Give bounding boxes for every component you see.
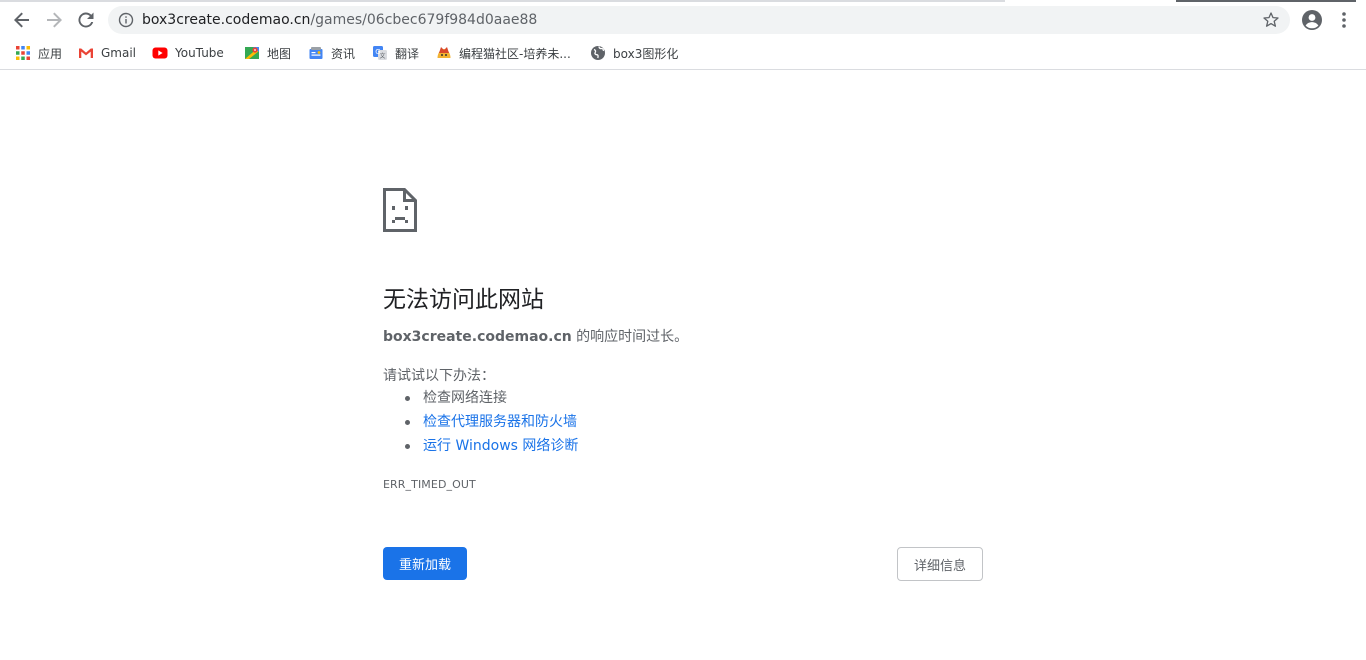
translate-icon: G文	[373, 46, 387, 60]
bookmarks-bar: 应用 Gmail YouTube 地图 资讯 G文 翻译 编程猫社区-培养未..…	[0, 40, 1366, 70]
details-button[interactable]: 详细信息	[897, 547, 983, 581]
bookmark-apps[interactable]: 应用	[15, 40, 62, 66]
browser-toolbar: box3create.codemao.cn/games/06cbec679f98…	[0, 0, 1366, 40]
bookmark-label: 编程猫社区-培养未...	[459, 46, 571, 61]
sad-page-icon	[383, 188, 417, 232]
error-heading: 无法访问此网站	[383, 287, 544, 313]
reload-icon	[78, 12, 94, 28]
tab-strip-edge-right	[1176, 0, 1356, 2]
news-icon	[309, 47, 323, 59]
back-button[interactable]	[10, 8, 34, 32]
reload-page-button[interactable]	[74, 8, 98, 32]
url-path: /games/06cbec679f984d0aae88	[310, 12, 538, 28]
address-bar[interactable]: box3create.codemao.cn/games/06cbec679f98…	[108, 6, 1290, 34]
youtube-icon	[152, 47, 168, 59]
tab-strip-edge	[0, 0, 1005, 2]
account-button[interactable]	[1300, 8, 1324, 32]
globe-icon	[591, 46, 605, 60]
suggestion-check-connection: 检查网络连接	[405, 387, 578, 411]
bookmark-codemao[interactable]: 编程猫社区-培养未...	[436, 40, 571, 66]
codemao-icon	[437, 47, 451, 58]
bookmark-news[interactable]: 资讯	[308, 40, 355, 66]
menu-button[interactable]	[1332, 8, 1356, 32]
forward-button[interactable]	[42, 8, 66, 32]
error-description-suffix: 的响应时间过长。	[571, 329, 689, 345]
star-icon[interactable]	[1262, 11, 1280, 29]
bookmark-box3[interactable]: box3图形化	[590, 40, 678, 66]
svg-text:文: 文	[379, 52, 385, 60]
arrow-right-icon	[47, 12, 62, 28]
bookmark-label: Gmail	[101, 46, 137, 60]
arrow-left-icon	[14, 12, 29, 28]
bookmark-maps[interactable]: 地图	[244, 40, 291, 66]
bookmark-label: 资讯	[331, 46, 356, 61]
bookmark-label: 地图	[267, 46, 292, 61]
url-host: box3create.codemao.cn	[142, 12, 311, 28]
bookmark-youtube[interactable]: YouTube	[152, 40, 224, 66]
error-code: ERR_TIMED_OUT	[383, 478, 476, 491]
bookmark-label: YouTube	[175, 46, 224, 60]
suggestion-list: 检查网络连接 检查代理服务器和防火墙 运行 Windows 网络诊断	[405, 387, 578, 459]
error-description: box3create.codemao.cn 的响应时间过长。	[383, 326, 688, 346]
bookmark-gmail[interactable]: Gmail	[78, 40, 136, 66]
bookmark-label: box3图形化	[613, 46, 679, 61]
maps-icon	[245, 47, 259, 59]
bookmark-label: 应用	[38, 46, 63, 61]
account-icon	[1302, 10, 1322, 30]
info-icon[interactable]	[118, 12, 134, 28]
try-label: 请试试以下办法：	[383, 368, 495, 384]
gmail-icon	[79, 48, 93, 58]
suggestion-check-proxy-link[interactable]: 检查代理服务器和防火墙	[405, 411, 578, 435]
reload-button[interactable]: 重新加载	[383, 547, 467, 580]
kebab-menu-icon	[1342, 12, 1346, 28]
bookmark-translate[interactable]: G文 翻译	[372, 40, 419, 66]
suggestion-run-diagnostics-link[interactable]: 运行 Windows 网络诊断	[405, 435, 578, 459]
error-host: box3create.codemao.cn	[383, 329, 572, 345]
url-text[interactable]: box3create.codemao.cn/games/06cbec679f98…	[142, 6, 537, 34]
apps-grid-icon	[16, 46, 30, 60]
bookmark-label: 翻译	[395, 46, 420, 61]
